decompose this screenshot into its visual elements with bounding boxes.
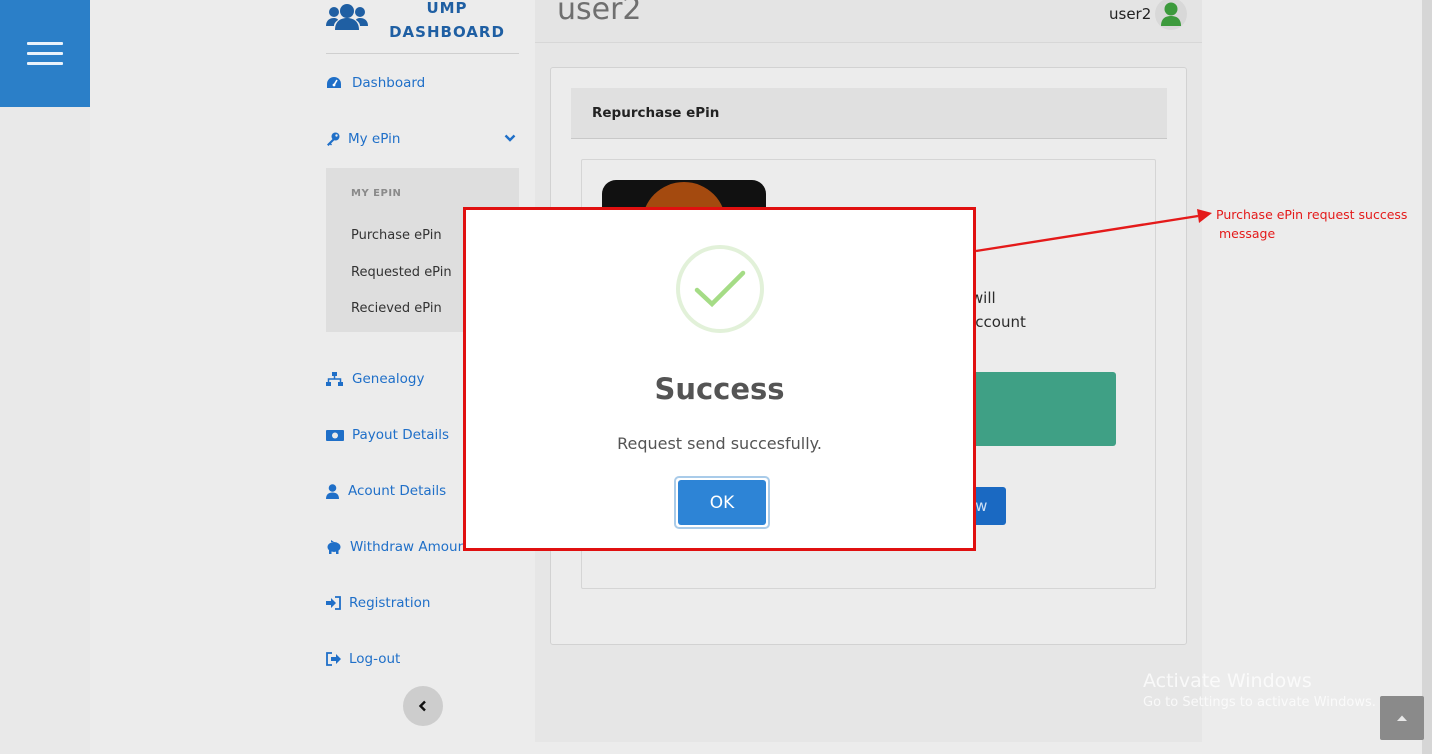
ok-button[interactable]: OK [678,480,766,525]
ok-button-focus-ring: OK [674,476,770,529]
dialog-title: Success [654,372,785,406]
annotation-line-2: message [1219,226,1276,241]
annotation-line-1: Purchase ePin request success [1216,207,1408,222]
success-check-icon [676,245,764,333]
dialog-message: Request send succesfully. [617,434,822,453]
annotation-label: Purchase ePin request success message [1216,205,1426,243]
success-dialog: Success Request send succesfully. OK [463,207,976,551]
